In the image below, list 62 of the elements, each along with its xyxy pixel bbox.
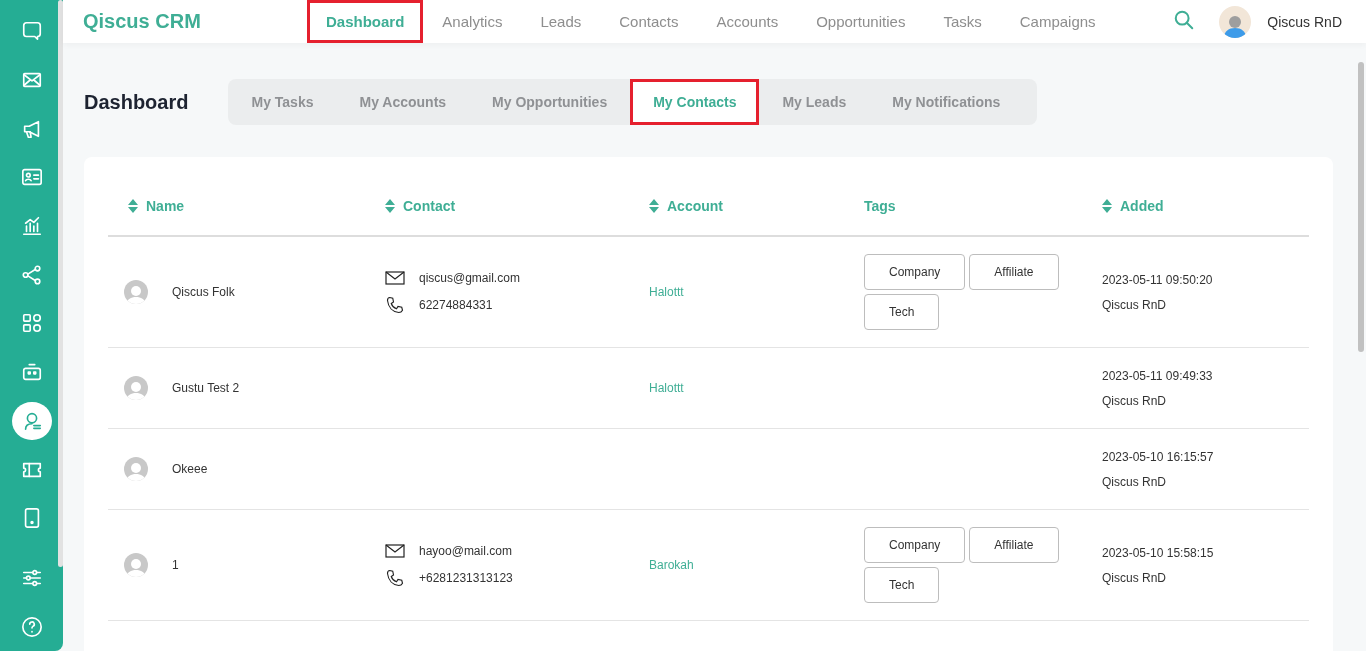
tag-chip[interactable]: Affiliate [969, 527, 1059, 563]
contact-name: Okeee [172, 462, 208, 476]
tag-chip[interactable]: Tech [864, 294, 940, 330]
agent-icon[interactable] [11, 401, 52, 441]
column-header[interactable]: Added [1120, 198, 1164, 214]
column-header[interactable]: Account [667, 198, 723, 214]
mail-icon [385, 270, 405, 285]
added-date: 2023-05-11 09:49:33 [1102, 368, 1213, 383]
account-link[interactable]: Barokah [649, 558, 694, 572]
tag-chip[interactable]: Affiliate [969, 254, 1059, 290]
user-avatar[interactable] [1219, 5, 1252, 38]
phone-text: 62274884331 [419, 297, 493, 312]
sort-icon[interactable] [385, 199, 395, 213]
tab[interactable]: My Leads [759, 79, 870, 125]
sort-icon[interactable] [1102, 199, 1112, 213]
added-date: 2023-05-10 15:58:15 [1102, 545, 1214, 560]
user-name[interactable]: Qiscus RnD [1267, 13, 1342, 30]
phone-text: +6281231313123 [419, 570, 513, 585]
sort-icon[interactable] [649, 199, 659, 213]
nav-link[interactable]: Opportunities [797, 0, 925, 43]
person-avatar-icon [124, 457, 148, 481]
nav-link[interactable]: Dashboard [307, 0, 424, 43]
nav-link[interactable]: Campaigns [1000, 0, 1115, 43]
account-link[interactable]: Halottt [649, 381, 684, 395]
phone-icon [385, 295, 405, 314]
added-date: 2023-05-10 16:15:57 [1102, 449, 1214, 464]
account-link[interactable]: Halottt [649, 285, 684, 299]
tab[interactable]: My Accounts [336, 79, 470, 125]
tab[interactable]: My Contacts [630, 79, 760, 125]
page-title: Dashboard [84, 90, 189, 114]
added-date: 2023-05-11 09:50:20 [1102, 272, 1213, 287]
added-by: Qiscus RnD [1102, 297, 1166, 312]
tab[interactable]: My Notifications [869, 79, 1024, 125]
sidebar-scrollbar[interactable] [58, 0, 63, 567]
email-text: hayoo@mail.com [419, 543, 512, 558]
nav-link[interactable]: Tasks [924, 0, 1001, 43]
sort-icon[interactable] [128, 199, 138, 213]
contact-name: Qiscus Folk [172, 285, 235, 299]
tab[interactable]: My Opportunities [469, 79, 631, 125]
tag-chip[interactable]: Tech [864, 567, 940, 603]
phone-icon [385, 568, 405, 587]
brand-logo: Qiscus CRM [83, 10, 202, 33]
email-text: qiscus@gmail.com [419, 270, 520, 285]
column-header[interactable]: Tags [864, 198, 896, 214]
column-header[interactable]: Name [146, 198, 185, 214]
person-avatar-icon [124, 553, 148, 577]
added-by: Qiscus RnD [1102, 474, 1166, 489]
tag-chip[interactable]: Company [864, 527, 966, 563]
tag-chip[interactable]: Company [864, 254, 966, 290]
contact-name: Gustu Test 2 [172, 381, 240, 395]
column-header[interactable]: Contact [403, 198, 456, 214]
person-avatar-icon [124, 280, 148, 304]
added-by: Qiscus RnD [1102, 393, 1166, 408]
tab[interactable]: My Tasks [228, 79, 337, 125]
nav-link[interactable]: Contacts [600, 0, 698, 43]
person-avatar-icon [124, 376, 148, 400]
nav-link[interactable]: Analytics [423, 0, 522, 43]
nav-link[interactable]: Leads [521, 0, 601, 43]
mail-icon [385, 543, 405, 558]
nav-link[interactable]: Accounts [697, 0, 798, 43]
added-by: Qiscus RnD [1102, 570, 1166, 585]
contact-name: 1 [172, 558, 179, 572]
